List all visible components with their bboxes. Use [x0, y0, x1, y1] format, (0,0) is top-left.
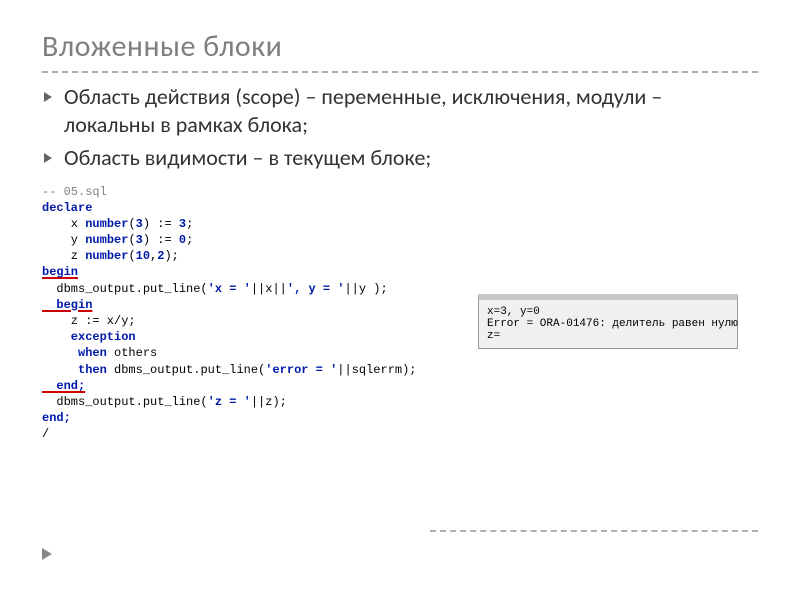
bullet-1: Область действия (scope) – переменные, и… — [60, 83, 758, 138]
code-end-outer: end; — [42, 411, 71, 425]
slide-title: Вложенные блоки — [42, 28, 758, 65]
code-begin-outer: begin — [42, 265, 78, 279]
bullet-2: Область видимости – в текущем блоке; — [60, 144, 758, 172]
slide: Вложенные блоки Область действия (scope)… — [0, 0, 800, 600]
footer-arrow-icon — [42, 548, 52, 560]
output-line-1: x=3, y=0 — [487, 306, 729, 318]
code-end-inner: end; — [42, 379, 85, 393]
content-row: -- 05.sql declare x number(3) := 3; y nu… — [42, 184, 758, 443]
code-line-2: declare — [42, 201, 92, 215]
code-begin-inner: begin — [42, 298, 92, 312]
output-panel: x=3, y=0 Error = ORA-01476: делитель рав… — [478, 294, 738, 349]
footer-divider — [430, 530, 758, 532]
output-line-2: Error = ORA-01476: делитель равен нулю — [487, 318, 729, 330]
title-divider — [42, 71, 758, 73]
output-line-3: z= — [487, 330, 729, 342]
code-block: -- 05.sql declare x number(3) := 3; y nu… — [42, 184, 462, 443]
bullet-list: Область действия (scope) – переменные, и… — [42, 83, 758, 172]
code-line-1: -- 05.sql — [42, 185, 107, 199]
